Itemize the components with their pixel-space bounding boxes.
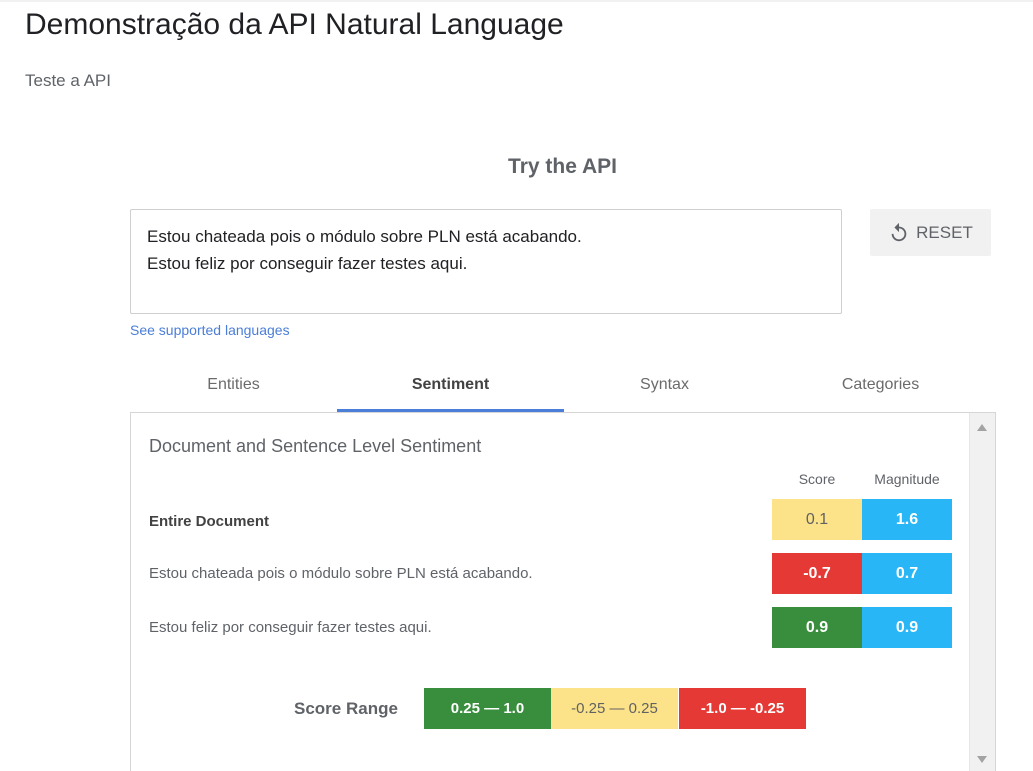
range-negative: -1.0 — -0.25 bbox=[679, 688, 806, 729]
section-title: Document and Sentence Level Sentiment bbox=[149, 436, 482, 456]
range-neutral: -0.25 — 0.25 bbox=[551, 688, 678, 729]
input-line-1: Estou chateada pois o módulo sobre PLN e… bbox=[147, 227, 582, 246]
reset-button[interactable]: RESET bbox=[870, 209, 991, 256]
score-cell: -0.7 bbox=[772, 553, 862, 594]
tab-sentiment[interactable]: Sentiment bbox=[337, 364, 564, 412]
input-line-2: Estou feliz por conseguir fazer testes a… bbox=[147, 254, 468, 273]
tab-categories[interactable]: Categories bbox=[765, 364, 996, 412]
magnitude-column-header: Magnitude bbox=[874, 471, 940, 487]
range-positive: 0.25 — 1.0 bbox=[424, 688, 551, 729]
top-border bbox=[0, 0, 1033, 2]
score-cell: 0.9 bbox=[772, 607, 862, 648]
score-range-label: Score Range bbox=[294, 699, 398, 718]
text-input[interactable]: Estou chateada pois o módulo sobre PLN e… bbox=[130, 209, 842, 314]
score-column-header: Score bbox=[798, 471, 836, 487]
row-label-entire-document: Entire Document bbox=[149, 513, 270, 530]
magnitude-cell: 0.7 bbox=[862, 553, 952, 594]
arrow-down-icon[interactable] bbox=[977, 756, 987, 763]
reset-label: RESET bbox=[916, 222, 973, 242]
magnitude-cell: 0.9 bbox=[862, 607, 952, 648]
score-cell: 0.1 bbox=[772, 499, 862, 540]
tab-syntax[interactable]: Syntax bbox=[564, 364, 765, 412]
reset-icon bbox=[888, 222, 910, 244]
arrow-up-icon[interactable] bbox=[977, 424, 987, 431]
page-subtitle: Teste a API bbox=[25, 71, 111, 90]
magnitude-cell: 1.6 bbox=[862, 499, 952, 540]
row-label-sentence-2: Estou feliz por conseguir fazer testes a… bbox=[149, 619, 432, 636]
page-title: Demonstração da API Natural Language bbox=[25, 8, 564, 41]
row-label-sentence-1: Estou chateada pois o módulo sobre PLN e… bbox=[149, 565, 533, 582]
tab-entities[interactable]: Entities bbox=[130, 364, 337, 412]
sentiment-panel: Document and Sentence Level Sentiment Sc… bbox=[130, 412, 996, 771]
supported-languages-link[interactable]: See supported languages bbox=[130, 322, 290, 338]
result-tabs: Entities Sentiment Syntax Categories bbox=[130, 364, 996, 412]
panel-scrollbar[interactable] bbox=[969, 413, 995, 771]
try-api-title: Try the API bbox=[508, 155, 617, 178]
